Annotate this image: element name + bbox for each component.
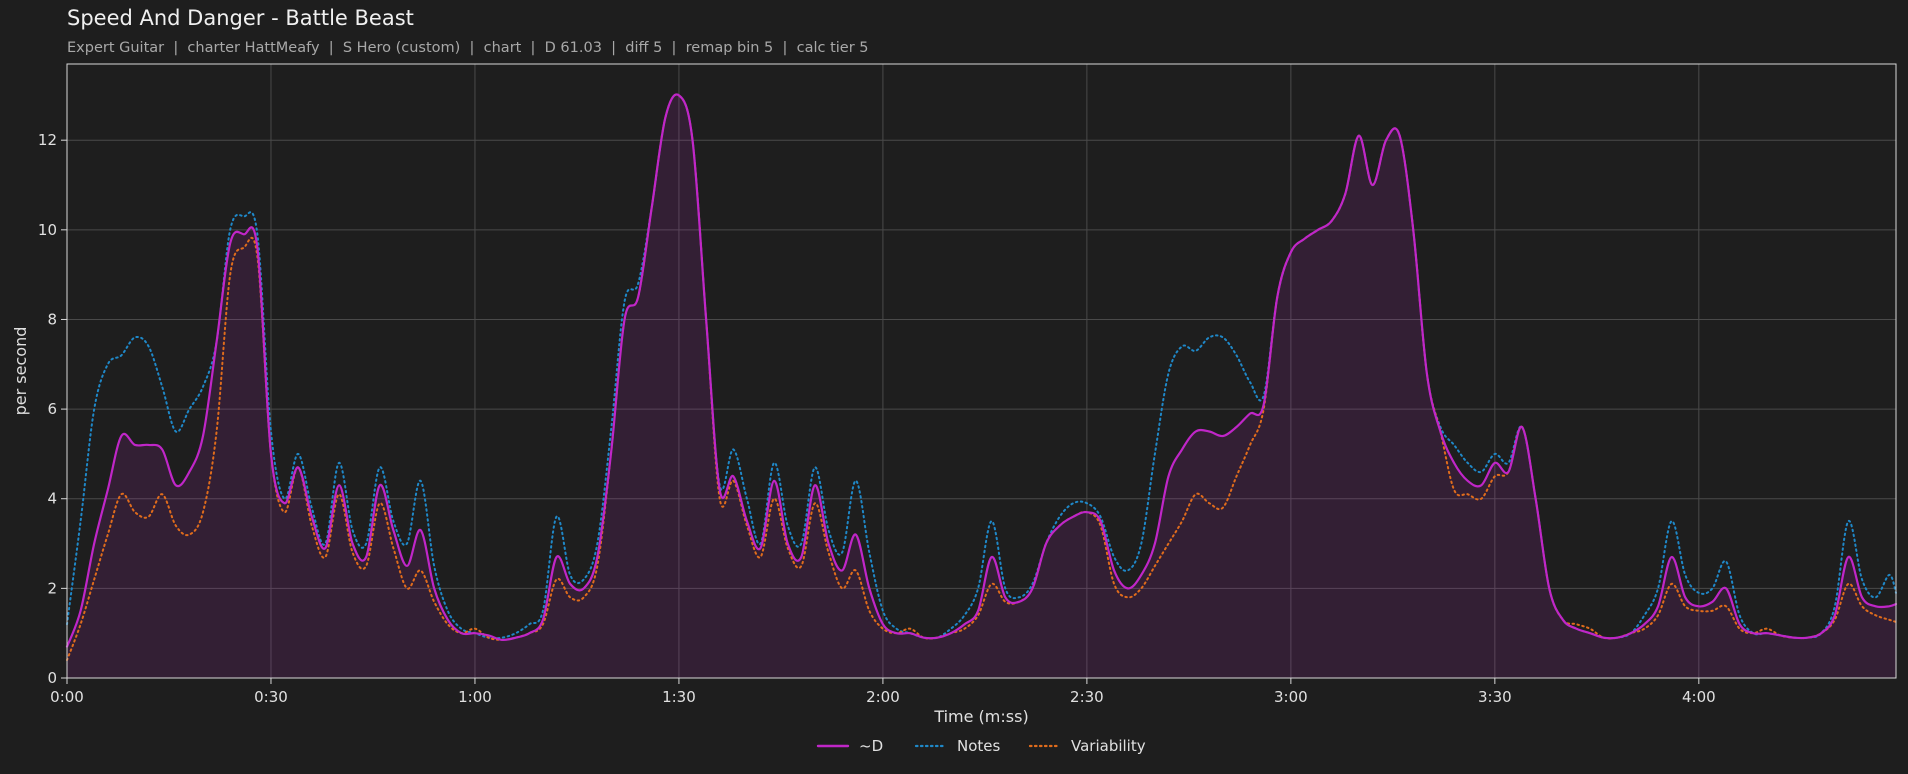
x-tick-label: 3:30 — [1478, 688, 1512, 706]
y-axis-label: per second — [11, 327, 30, 416]
legend-label-notes: Notes — [957, 737, 1001, 755]
x-tick-label: 2:00 — [866, 688, 900, 706]
y-tick-label: 0 — [47, 669, 57, 687]
area-fill-layer — [67, 94, 1896, 678]
y-tick-label: 4 — [47, 490, 57, 508]
x-tick-label: 0:00 — [50, 688, 84, 706]
x-axis-ticks: 0:00 0:30 1:00 1:30 2:00 2:30 3:00 3:30 4:00 — [50, 678, 1716, 706]
x-tick-label: 2:30 — [1070, 688, 1104, 706]
x-tick-label: 1:30 — [662, 688, 696, 706]
y-tick-label: 6 — [47, 400, 57, 418]
x-axis-label: Time (m:ss) — [933, 707, 1028, 726]
legend-label-variability: Variability — [1071, 737, 1146, 755]
x-tick-label: 0:30 — [254, 688, 288, 706]
y-axis-ticks: 0 2 4 6 8 10 12 — [38, 131, 67, 687]
chart-svg: 0:00 0:30 1:00 1:30 2:00 2:30 3:00 3:30 4:00 0 2 4… — [11, 63, 1898, 755]
x-tick-label: 4:00 — [1682, 688, 1716, 706]
legend-label-d: ~D — [859, 737, 883, 755]
legend: ~D Notes Variability — [816, 737, 1146, 755]
y-tick-label: 10 — [38, 221, 57, 239]
x-tick-label: 3:00 — [1274, 688, 1308, 706]
y-tick-label: 12 — [38, 131, 57, 149]
x-tick-label: 1:00 — [458, 688, 492, 706]
y-tick-label: 8 — [47, 310, 57, 328]
y-tick-label: 2 — [47, 579, 57, 597]
series-fill-d — [67, 94, 1896, 678]
